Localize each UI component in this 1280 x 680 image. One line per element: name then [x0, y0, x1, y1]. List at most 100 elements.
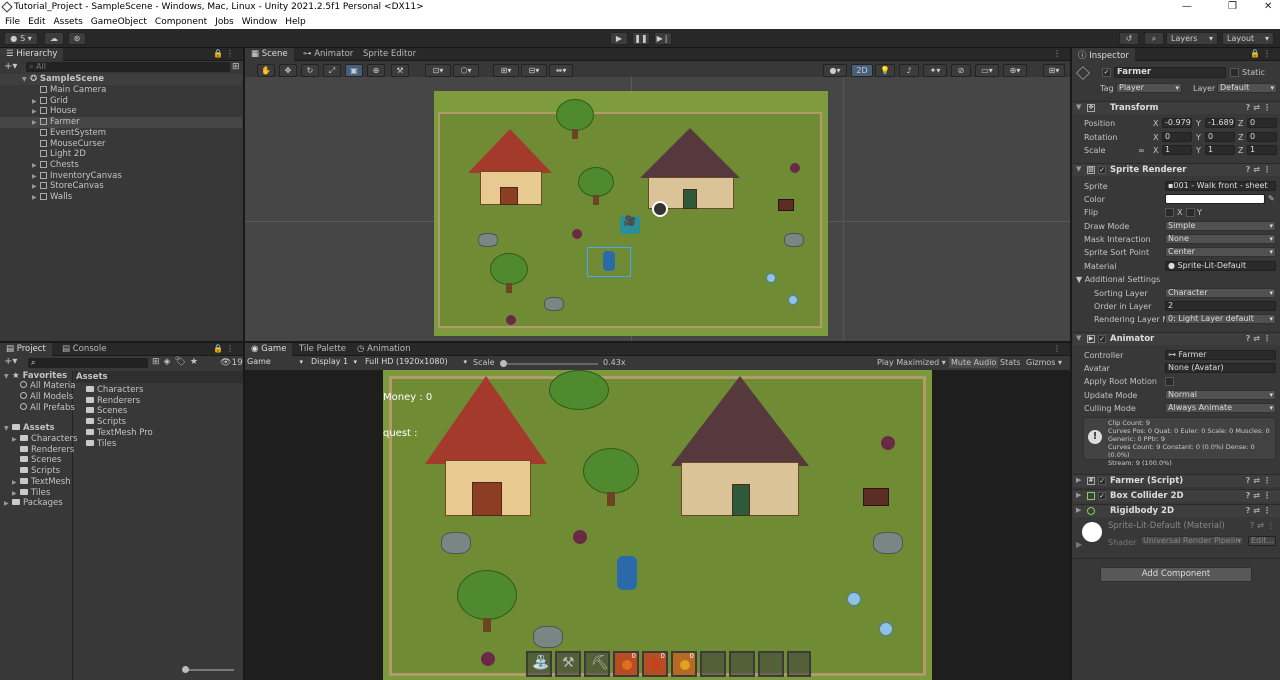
filter-icon[interactable]: ⊞	[232, 62, 240, 72]
hierarchy-item[interactable]: ▶ House	[0, 106, 242, 117]
add-component-button[interactable]: Add Component	[1100, 567, 1252, 582]
project-folder-row[interactable]: ▶ Characters	[12, 434, 77, 444]
animator-header[interactable]: ▼ ▶ ✓ Animator ?⇄⋮	[1073, 332, 1280, 345]
farmer-script-header[interactable]: ▶ # ✓ Farmer (Script) ?⇄⋮	[1073, 474, 1280, 487]
grid-snap-icon[interactable]: ⊞▾	[493, 64, 519, 77]
move-tool-icon[interactable]: ✥	[279, 64, 297, 77]
audio-icon[interactable]: ♪	[899, 64, 919, 77]
transform-tool-icon[interactable]: ⊕	[367, 64, 385, 77]
camera-icon[interactable]: ▭▾	[975, 64, 999, 77]
menu-component[interactable]: Component	[155, 17, 207, 27]
play-maximized-dropdown[interactable]: Play Maximized ▾	[877, 358, 946, 367]
layout-dropdown[interactable]: Layout ▾	[1222, 32, 1274, 45]
collab-icon[interactable]: ⊛	[68, 32, 86, 45]
resolution-dropdown[interactable]: Full HD (1920x1080)	[363, 358, 469, 368]
asset-folder-item[interactable]: TextMesh Pro	[86, 428, 153, 438]
component-menu-icon[interactable]: ?⇄⋮	[1246, 165, 1274, 174]
hierarchy-item[interactable]: ▶ StoreCanvas	[0, 181, 242, 192]
lighting-icon[interactable]: 💡	[875, 64, 895, 77]
transform-position-x-field[interactable]: -0.979	[1162, 118, 1192, 128]
root-motion-checkbox[interactable]	[1165, 377, 1174, 386]
active-checkbox[interactable]: ✓	[1102, 68, 1111, 77]
material-field[interactable]: ● Sprite-Lit-Default	[1165, 261, 1276, 271]
hierarchy-item[interactable]: MouseCurser	[0, 139, 242, 150]
scene-light-icon[interactable]	[652, 201, 668, 217]
sprite-renderer-header[interactable]: ▼ ▧ ✓ Sprite Renderer ?⇄⋮	[1073, 163, 1280, 176]
hotbar-slot-empty[interactable]	[700, 651, 726, 677]
scene-camera-icon[interactable]: 🎥	[620, 216, 640, 234]
hierarchy-search-input[interactable]: ⌕ All	[26, 62, 230, 72]
menu-jobs[interactable]: Jobs	[215, 17, 234, 27]
gizmos-icon[interactable]: ⊕▾	[1003, 64, 1027, 77]
scene-viewport[interactable]: 🎥	[245, 77, 1070, 341]
project-folder-row[interactable]: Renderers	[12, 445, 74, 455]
color-field[interactable]	[1165, 194, 1265, 204]
flip-y-checkbox[interactable]	[1186, 208, 1195, 217]
stats-toggle[interactable]: Stats	[1000, 358, 1020, 367]
asset-folder-item[interactable]: Scripts	[86, 417, 126, 427]
enabled-checkbox[interactable]: ✓	[1098, 166, 1106, 174]
shader-dropdown[interactable]: Universal Render Pipelin	[1140, 536, 1244, 546]
update-mode-dropdown[interactable]: Normal	[1165, 390, 1276, 400]
increment-snap-icon[interactable]: ⇹▾	[549, 64, 573, 77]
menu-gameobject[interactable]: GameObject	[91, 17, 147, 27]
hotbar-slot-seed-2[interactable]: 0	[642, 651, 668, 677]
gameobject-name-field[interactable]: Farmer	[1114, 67, 1226, 78]
layer-dropdown[interactable]: Default	[1217, 83, 1277, 93]
favorites-row[interactable]: ▼ ★ Favorites	[4, 371, 67, 381]
menu-file[interactable]: File	[5, 17, 20, 27]
game-viewport[interactable]: Money : 0 quest :	[383, 370, 932, 680]
menu-assets[interactable]: Assets	[54, 17, 83, 27]
custom-tool-icon[interactable]: ⚒	[391, 64, 409, 77]
hand-tool-icon[interactable]: ✋	[257, 64, 275, 77]
hotbar-slot-shovel[interactable]: ⚒	[555, 651, 581, 677]
component-menu-icon[interactable]: ?⇄⋮	[1246, 476, 1274, 485]
project-folder-row[interactable]: Scenes	[12, 455, 61, 465]
game-farmer-sprite[interactable]	[617, 556, 637, 590]
hierarchy-item[interactable]: ▶ Grid	[0, 96, 242, 107]
sort-point-dropdown[interactable]: Center	[1165, 247, 1276, 257]
tab-console[interactable]: ▤ Console	[56, 343, 112, 356]
hotbar-slot-seed-3[interactable]: 0	[671, 651, 697, 677]
tab-animation[interactable]: ◷ Animation	[351, 343, 416, 356]
step-button[interactable]: ▶❘	[654, 32, 672, 45]
tab-animator[interactable]: ⊶ Animator	[297, 48, 359, 61]
project-folder-row[interactable]: Scripts	[12, 466, 60, 476]
sorting-layer-dropdown[interactable]: Character	[1165, 288, 1276, 298]
hotbar-slot-empty[interactable]	[758, 651, 784, 677]
eyedropper-icon[interactable]: ✎	[1268, 194, 1275, 203]
pivot-dropdown[interactable]: ⊡▾	[425, 64, 451, 77]
play-button[interactable]: ▶	[610, 32, 628, 45]
gizmos-dropdown[interactable]: Gizmos ▾	[1026, 358, 1062, 367]
rigidbody-header[interactable]: ▶ Rigidbody 2D ?⇄⋮	[1073, 504, 1280, 517]
snap-icon[interactable]: ⊟▾	[521, 64, 547, 77]
avatar-field[interactable]: None (Avatar)	[1165, 363, 1276, 373]
fav-all-models[interactable]: All Models	[20, 392, 73, 402]
hierarchy-item[interactable]: ▶ InventoryCanvas	[0, 171, 242, 182]
hotbar-slot-empty[interactable]	[729, 651, 755, 677]
hidden-objects-icon[interactable]: ⊘	[951, 64, 971, 77]
additional-settings-foldout[interactable]: ▼ Additional Settings	[1076, 275, 1160, 284]
enabled-checkbox[interactable]: ✓	[1098, 335, 1106, 343]
menu-window[interactable]: Window	[242, 17, 278, 27]
assets-breadcrumb[interactable]: Assets	[74, 371, 243, 383]
hotbar-slot-empty[interactable]	[787, 651, 811, 677]
draw-mode-dropdown[interactable]: ●▾	[823, 64, 847, 77]
constrain-proportions-icon[interactable]: ∞	[1138, 146, 1145, 155]
rect-tool-icon[interactable]: ▣	[345, 64, 363, 77]
component-menu-icon[interactable]: ?⇄⋮	[1246, 506, 1274, 515]
pause-button[interactable]: ❚❚	[632, 32, 650, 45]
component-menu-icon[interactable]: ?⇄⋮	[1246, 334, 1274, 343]
draw-mode-dropdown[interactable]: Simple	[1165, 221, 1276, 231]
transform-position-z-field[interactable]: 0	[1247, 118, 1277, 128]
tag-dropdown[interactable]: Player	[1116, 83, 1182, 93]
hotbar-slot-seed-1[interactable]: 0	[613, 651, 639, 677]
asset-folder-item[interactable]: Characters	[86, 385, 143, 395]
panel-menu-icon[interactable]: 🔒⋮	[213, 344, 237, 353]
zoom-slider[interactable]	[182, 666, 234, 673]
hierarchy-scene-row[interactable]: ▼ ✪ SampleScene	[0, 74, 242, 85]
menu-help[interactable]: Help	[285, 17, 306, 27]
fav-all-materials[interactable]: All Materia	[20, 381, 75, 391]
filter-icons[interactable]: ⊞◈🏷★	[152, 357, 202, 367]
project-folder-row[interactable]: ▶ Tiles	[12, 488, 50, 498]
